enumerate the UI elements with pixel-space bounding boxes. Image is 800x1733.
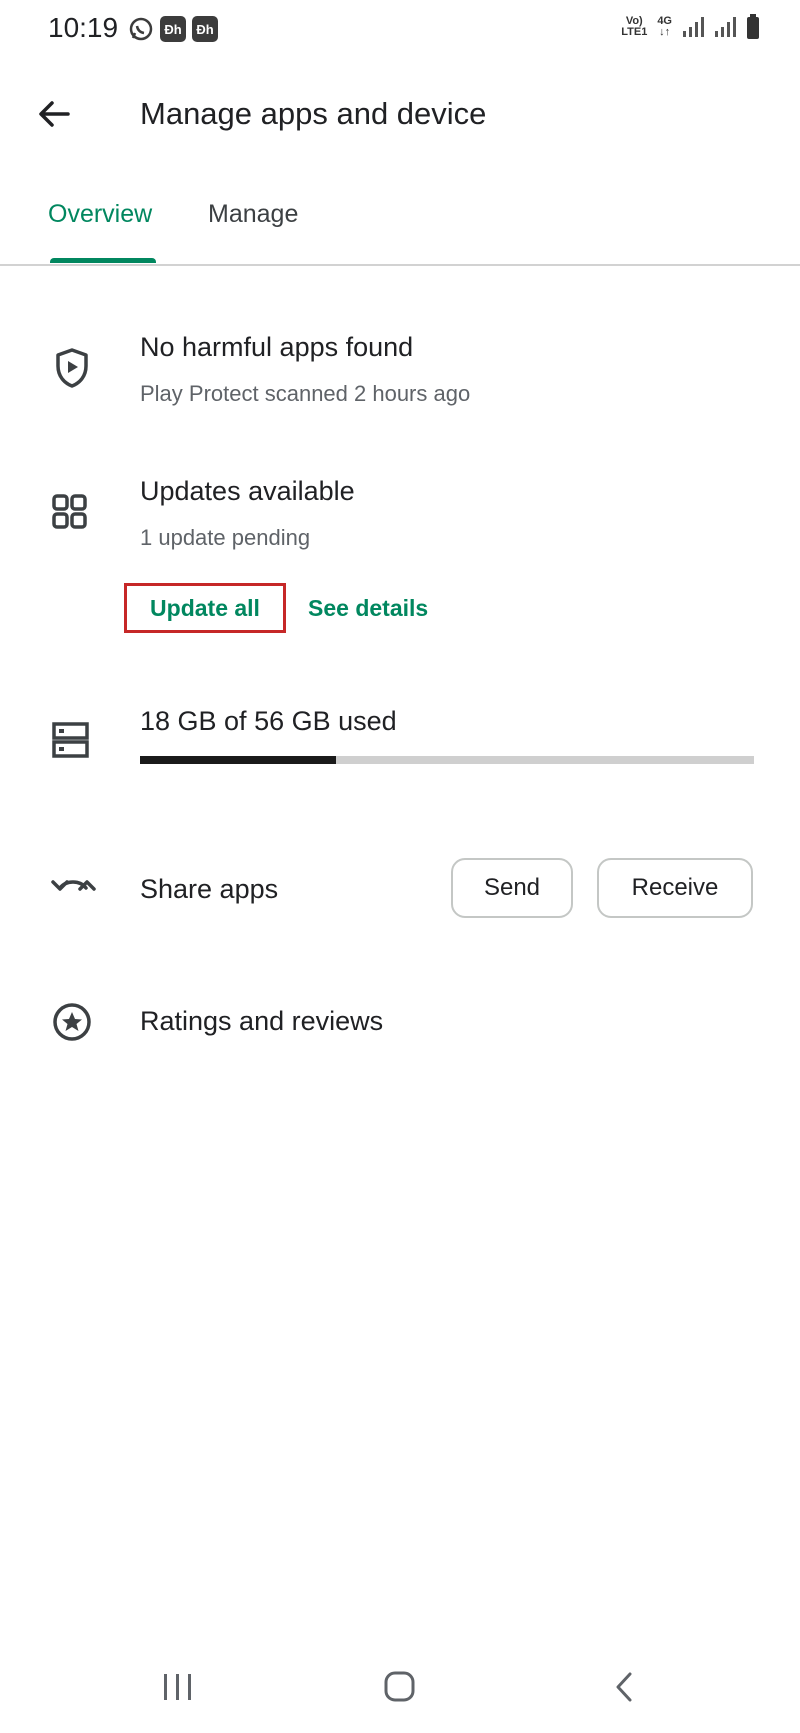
back-button[interactable] <box>34 94 74 134</box>
storage-icon <box>50 718 94 762</box>
system-status-icons: Vo) LTE1 4G ↓↑ <box>621 14 760 40</box>
battery-icon <box>747 14 759 39</box>
nav-back-button[interactable] <box>610 1670 640 1704</box>
share-apps-label: Share apps <box>140 874 279 904</box>
volte-indicator: Vo) LTE1 <box>621 15 648 38</box>
network-indicator: 4G ↓↑ <box>657 15 672 38</box>
ratings-reviews-item[interactable]: Ratings and reviews <box>140 1006 383 1037</box>
status-time: 10:19 <box>48 12 119 43</box>
app-notification-badge: Ðh <box>192 16 218 42</box>
home-icon <box>384 1671 415 1702</box>
tab-indicator <box>50 258 156 263</box>
tab-divider <box>0 264 800 266</box>
storage-label[interactable]: 18 GB of 56 GB used <box>140 706 397 737</box>
page-title: Manage apps and device <box>140 96 487 131</box>
recents-button[interactable] <box>160 1670 196 1704</box>
recents-icon <box>164 1674 191 1700</box>
play-protect-subtitle: Play Protect scanned 2 hours ago <box>140 381 471 406</box>
notification-icons: Ðh Ðh <box>128 16 218 42</box>
update-all-highlight: Update all <box>124 583 286 633</box>
home-button[interactable] <box>382 1670 418 1704</box>
play-protect-title[interactable]: No harmful apps found <box>140 332 413 363</box>
signal-icon <box>715 17 736 37</box>
tab-overview[interactable]: Overview <box>48 200 152 229</box>
storage-progress-bar <box>140 756 754 764</box>
app-notification-badge: Ðh <box>160 16 186 42</box>
send-button[interactable]: Send <box>451 858 573 918</box>
storage-used-fill <box>140 756 337 764</box>
update-all-button[interactable]: Update all <box>150 595 260 622</box>
receive-button[interactable]: Receive <box>597 858 753 918</box>
whatsapp-icon <box>129 17 153 41</box>
arrow-back-icon <box>39 101 70 127</box>
star-circle-icon <box>50 1000 94 1044</box>
see-details-button[interactable]: See details <box>308 595 428 622</box>
updates-subtitle: 1 update pending <box>140 525 311 550</box>
tab-manage[interactable]: Manage <box>208 200 298 229</box>
updates-title[interactable]: Updates available <box>140 476 355 507</box>
shield-play-icon <box>50 346 94 390</box>
apps-grid-icon <box>50 492 94 536</box>
share-apps-icon <box>50 864 96 908</box>
chevron-left-icon <box>616 1672 632 1702</box>
signal-icon <box>683 17 704 37</box>
